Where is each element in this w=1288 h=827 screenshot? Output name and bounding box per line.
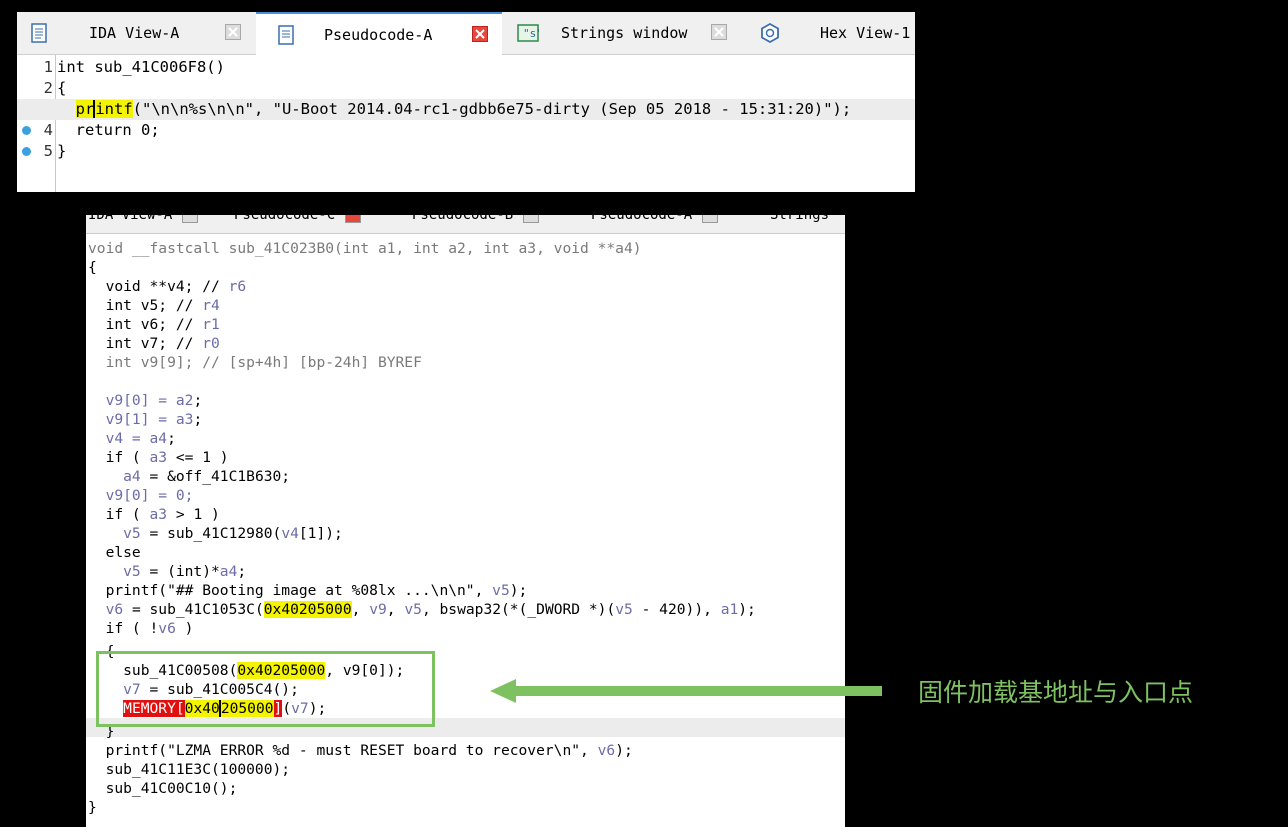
tab-pseudocode-c[interactable]: Pseudocode-C bbox=[234, 215, 362, 229]
pseudocode-window-bottom: IDA View-A Pseudocode-C Pseudocode-B Pse… bbox=[86, 215, 845, 827]
arrow-left-icon bbox=[490, 679, 882, 703]
close-icon[interactable] bbox=[711, 24, 727, 40]
tab-label: Strings window bbox=[561, 24, 688, 42]
breakpoint-dot[interactable] bbox=[22, 147, 31, 156]
tab-ida-view-a[interactable]: IDA View-A bbox=[88, 215, 199, 229]
close-icon[interactable] bbox=[523, 215, 540, 223]
code-line[interactable]: int v6; // r1 bbox=[88, 315, 220, 334]
strings-icon: "s" bbox=[517, 23, 543, 43]
pseudocode-window-top: IDA View-A Pseudocode-A "s" Strings wind… bbox=[17, 12, 915, 192]
tab-pseudocode-a[interactable]: Pseudocode-A bbox=[256, 12, 502, 55]
tab-bar: IDA View-A Pseudocode-A "s" Strings wind… bbox=[17, 12, 915, 55]
code-line[interactable]: v6 = sub_41C1053C(0x40205000, v9, v5, bs… bbox=[88, 600, 756, 619]
line-number-gutter: 1 2 3 4 5 bbox=[17, 55, 57, 192]
code-line[interactable]: printf("LZMA ERROR %d - must RESET board… bbox=[88, 741, 633, 760]
code-line[interactable]: int v5; // r4 bbox=[88, 296, 220, 315]
code-line[interactable]: { bbox=[88, 258, 97, 277]
code-line[interactable]: v9[0] = 0; bbox=[88, 486, 194, 505]
breakpoint-dot[interactable] bbox=[22, 126, 31, 135]
code-line[interactable]: void **v4; // r6 bbox=[88, 277, 247, 296]
code-line[interactable]: a4 = &off_41C1B630; bbox=[88, 467, 290, 486]
hex-icon bbox=[760, 22, 779, 44]
tab-hex-view-1[interactable]: Hex View-1 bbox=[742, 12, 915, 53]
highlighted-identifier[interactable]: printf bbox=[75, 100, 133, 118]
annotation-label: 固件加载基地址与入口点 bbox=[918, 678, 1194, 707]
close-icon[interactable] bbox=[702, 215, 719, 223]
tab-label: Pseudocode-A bbox=[324, 26, 433, 44]
svg-text:"s": "s" bbox=[523, 27, 539, 40]
code-line[interactable]: v4 = a4; bbox=[88, 429, 176, 448]
code-line[interactable]: v9[1] = a3; bbox=[88, 410, 203, 429]
close-icon[interactable] bbox=[182, 215, 199, 223]
base-address-highlight[interactable]: 0x40205000 bbox=[263, 601, 352, 618]
close-icon[interactable] bbox=[345, 215, 362, 223]
code-line[interactable]: if ( !v6 ) bbox=[88, 619, 194, 638]
close-icon[interactable] bbox=[472, 26, 488, 42]
ida-view-icon bbox=[29, 23, 47, 43]
code-line[interactable]: } bbox=[57, 141, 66, 162]
code-line[interactable]: } bbox=[88, 798, 97, 817]
function-signature[interactable]: void __fastcall sub_41C023B0(int a1, int… bbox=[88, 239, 642, 258]
line-number: 2 bbox=[43, 79, 53, 97]
close-icon[interactable] bbox=[225, 24, 241, 40]
tab-pseudocode-b[interactable]: Pseudocode-B bbox=[412, 215, 540, 229]
code-line[interactable]: int v9[9]; // [sp+4h] [bp-24h] BYREF bbox=[88, 353, 422, 372]
line-number: 1 bbox=[43, 58, 53, 76]
code-line[interactable]: if ( a3 > 1 ) bbox=[88, 505, 220, 524]
code-line[interactable]: else bbox=[88, 543, 141, 562]
code-line[interactable]: int v7; // r0 bbox=[88, 334, 220, 353]
highlight-box bbox=[96, 651, 435, 727]
code-line[interactable]: printf("## Booting image at %08lx ...\n\… bbox=[88, 581, 528, 600]
tab-strings[interactable]: Strings bbox=[770, 215, 829, 229]
tab-ida-view-a[interactable]: IDA View-A bbox=[17, 12, 255, 53]
pseudocode-view[interactable]: 1 2 3 4 5 int sub_41C006F8() { printf("\… bbox=[17, 55, 915, 192]
code-line[interactable]: sub_41C00C10(); bbox=[88, 779, 238, 798]
tab-bar: IDA View-A Pseudocode-C Pseudocode-B Pse… bbox=[86, 215, 845, 234]
tab-label: IDA View-A bbox=[89, 24, 180, 42]
code-line[interactable]: int sub_41C006F8() bbox=[57, 57, 225, 78]
code-line[interactable]: { bbox=[57, 78, 66, 99]
code-line[interactable]: v5 = (int)*a4; bbox=[88, 562, 246, 581]
code-line[interactable]: return 0; bbox=[57, 120, 160, 141]
code-line[interactable]: if ( a3 <= 1 ) bbox=[88, 448, 229, 467]
pseudocode-view[interactable]: void __fastcall sub_41C023B0(int a1, int… bbox=[86, 233, 845, 827]
code-line[interactable]: printf("\n\n%s\n\n", "U-Boot 2014.04-rc1… bbox=[57, 99, 851, 120]
pseudocode-icon bbox=[276, 25, 294, 45]
code-line[interactable]: v5 = sub_41C12980(v4[1]); bbox=[88, 524, 343, 543]
tab-pseudocode-a[interactable]: Pseudocode-A bbox=[591, 215, 719, 229]
tab-label: Hex View-1 bbox=[820, 24, 911, 42]
code-line[interactable]: sub_41C11E3C(100000); bbox=[88, 760, 291, 779]
code-line[interactable]: v9[0] = a2; bbox=[88, 391, 203, 410]
gutter-divider bbox=[55, 55, 56, 192]
tab-strings-window[interactable]: "s" Strings window bbox=[503, 12, 741, 53]
